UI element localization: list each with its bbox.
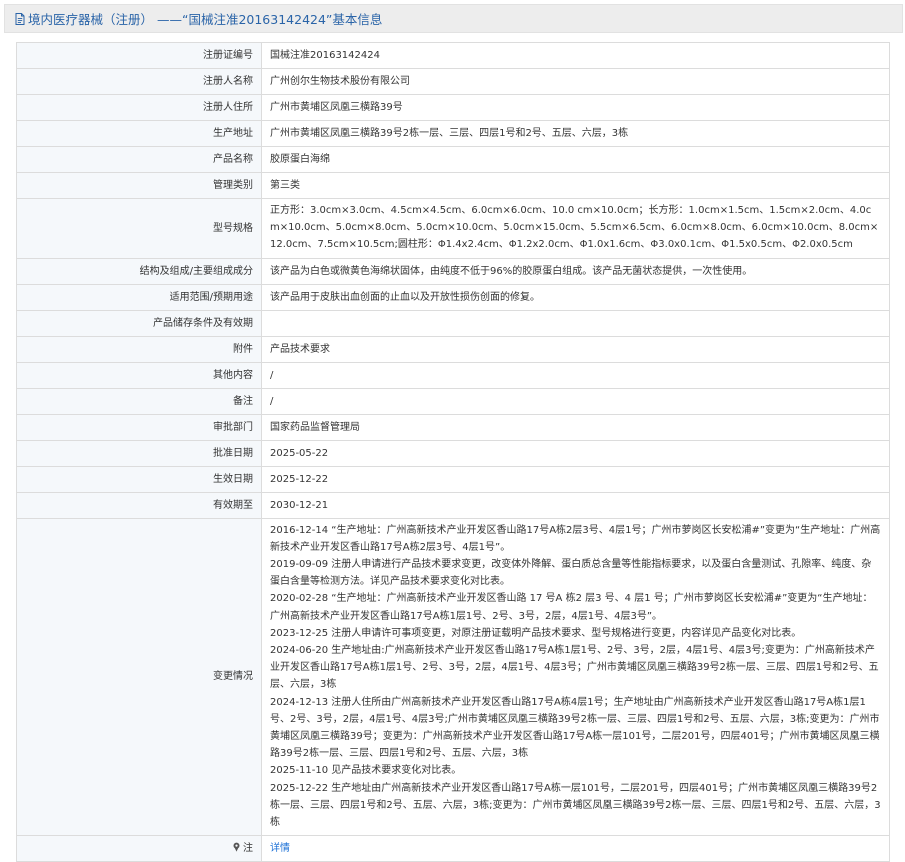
note-label: 注 bbox=[243, 843, 253, 855]
field-label: 管理类别 bbox=[16, 172, 262, 199]
change-entry: 2016-12-14 “生产地址：广州高新技术产业开发区香山路17号A栋2层3号… bbox=[270, 524, 881, 553]
change-entry: 2020-02-28 “生产地址：广州高新技术产业开发区香山路 17 号A 栋2… bbox=[270, 593, 873, 622]
info-row: 型号规格 正方形：3.0cm×3.0cm、4.5cm×4.5cm、6.0cm×6.… bbox=[16, 198, 890, 259]
field-value: 2030-12-21 bbox=[261, 491, 890, 519]
note-label-cell: 注 bbox=[16, 835, 262, 862]
field-value: 国家药品监督管理局 bbox=[261, 413, 890, 441]
note-row: 注 详情 bbox=[16, 835, 890, 862]
field-value: 广州市黄埔区凤凰三横路39号 bbox=[261, 94, 890, 121]
info-row: 注册人住所 广州市黄埔区凤凰三横路39号 bbox=[16, 94, 890, 121]
field-value: 该产品为白色或微黄色海绵状固体，由纯度不低于96%的胶原蛋白组成。该产品无菌状态… bbox=[261, 257, 890, 285]
change-entry: 2025-12-22 生产地址由广州高新技术产业开发区香山路17号A栋一层101… bbox=[270, 782, 881, 829]
info-row: 附件 产品技术要求 bbox=[16, 335, 890, 363]
field-value: 国械注准20163142424 bbox=[261, 42, 890, 69]
field-value: 2025-12-22 bbox=[261, 465, 890, 493]
info-row: 批准日期 2025-05-22 bbox=[16, 439, 890, 467]
field-value: 该产品用于皮肤出血创面的止血以及开放性损伤创面的修复。 bbox=[261, 283, 890, 311]
field-label: 产品储存条件及有效期 bbox=[16, 309, 262, 337]
info-table: 注册证编号 国械注准20163142424 注册人名称 广州创尔生物技术股份有限公司注… bbox=[16, 42, 890, 862]
change-entry: 2024-12-13 注册人住所由广州高新技术产业开发区香山路17号A栋4层1号… bbox=[270, 696, 880, 760]
field-label: 注册证编号 bbox=[16, 42, 262, 69]
document-icon bbox=[13, 12, 27, 26]
field-value: 广州创尔生物技术股份有限公司 bbox=[261, 68, 890, 95]
info-row: 产品储存条件及有效期 bbox=[16, 309, 890, 337]
change-entry: 2024-06-20 生产地址由:广州高新技术产业开发区香山路17号A栋1层1号… bbox=[270, 645, 879, 691]
field-label: 注册人名称 bbox=[16, 68, 262, 95]
field-value: 广州市黄埔区凤凰三横路39号2栋一层、三层、四层1号和2号、五层、六层，3栋 bbox=[261, 120, 890, 147]
field-label: 附件 bbox=[16, 335, 262, 363]
info-row: 适用范围/预期用途 该产品用于皮肤出血创面的止血以及开放性损伤创面的修复。 bbox=[16, 283, 890, 311]
change-entry: 2025-11-10 见产品技术要求变化对比表。 bbox=[270, 765, 462, 777]
note-value-cell: 详情 bbox=[261, 835, 890, 862]
field-label: 变更情况 bbox=[16, 517, 262, 837]
page-title-bar: 境内医疗器械（注册） ——“国械注准20163142424”基本信息 bbox=[4, 4, 903, 33]
field-label: 产品名称 bbox=[16, 146, 262, 173]
field-value: 产品技术要求 bbox=[261, 335, 890, 363]
field-label: 适用范围/预期用途 bbox=[16, 283, 262, 311]
details-link[interactable]: 详情 bbox=[270, 843, 290, 854]
field-value: 正方形：3.0cm×3.0cm、4.5cm×4.5cm、6.0cm×6.0cm、… bbox=[261, 198, 890, 259]
info-row: 其他内容 / bbox=[16, 361, 890, 389]
info-row: 有效期至 2030-12-21 bbox=[16, 491, 890, 519]
field-label: 其他内容 bbox=[16, 361, 262, 389]
field-label: 生产地址 bbox=[16, 120, 262, 147]
info-row: 注册人名称 广州创尔生物技术股份有限公司 bbox=[16, 68, 890, 95]
info-row: 备注 / bbox=[16, 387, 890, 415]
change-entry: 2023-12-25 注册人申请许可事项变更，对原注册证载明产品技术要求、型号规… bbox=[270, 627, 802, 639]
field-value: / bbox=[261, 361, 890, 389]
info-row: 生产地址 广州市黄埔区凤凰三横路39号2栋一层、三层、四层1号和2号、五层、六层，… bbox=[16, 120, 890, 147]
field-label: 生效日期 bbox=[16, 465, 262, 493]
field-value bbox=[261, 309, 890, 337]
field-value: 胶原蛋白海绵 bbox=[261, 146, 890, 173]
field-label: 审批部门 bbox=[16, 413, 262, 441]
page-title: 境内医疗器械（注册） ——“国械注准20163142424”基本信息 bbox=[28, 12, 383, 27]
field-label: 备注 bbox=[16, 387, 262, 415]
info-row: 注册证编号 国械注准20163142424 bbox=[16, 42, 890, 69]
field-label: 批准日期 bbox=[16, 439, 262, 467]
info-row: 产品名称 胶原蛋白海绵 bbox=[16, 146, 890, 173]
info-row: 管理类别 第三类 bbox=[16, 172, 890, 199]
change-entry: 2019-09-09 注册人申请进行产品技术要求变更，改变体外降解、蛋白质总含量… bbox=[270, 559, 872, 588]
field-label: 型号规格 bbox=[16, 198, 262, 259]
field-value: 第三类 bbox=[261, 172, 890, 199]
info-row: 结构及组成/主要组成成分 该产品为白色或微黄色海绵状固体，由纯度不低于96%的胶原… bbox=[16, 257, 890, 285]
info-row: 审批部门 国家药品监督管理局 bbox=[16, 413, 890, 441]
field-value: 2025-05-22 bbox=[261, 439, 890, 467]
change-history-row: 变更情况 2016-12-14 “生产地址：广州高新技术产业开发区香山路17号A栋… bbox=[16, 517, 890, 837]
change-history-list: 2016-12-14 “生产地址：广州高新技术产业开发区香山路17号A栋2层3号… bbox=[261, 517, 890, 837]
field-label: 结构及组成/主要组成成分 bbox=[16, 257, 262, 285]
info-table-body: 注册证编号 国械注准20163142424 注册人名称 广州创尔生物技术股份有限公司注… bbox=[16, 42, 890, 862]
info-row: 生效日期 2025-12-22 bbox=[16, 465, 890, 493]
field-label: 有效期至 bbox=[16, 491, 262, 519]
pin-icon bbox=[232, 841, 241, 852]
field-label: 注册人住所 bbox=[16, 94, 262, 121]
field-value: / bbox=[261, 387, 890, 415]
